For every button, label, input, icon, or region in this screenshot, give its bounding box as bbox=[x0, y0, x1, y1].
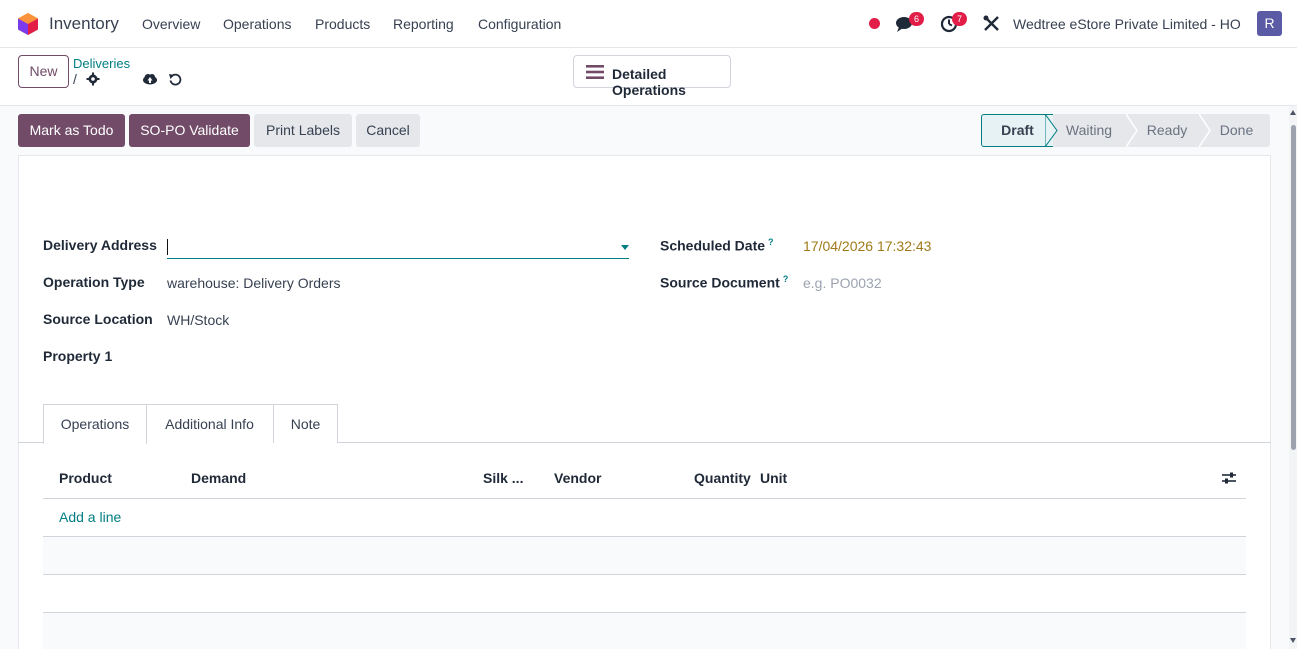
app-name[interactable]: Inventory bbox=[49, 14, 119, 34]
scheduled-date-value[interactable]: 17/04/2026 17:32:43 bbox=[803, 238, 931, 254]
recording-indicator-icon[interactable] bbox=[869, 18, 880, 29]
table-row bbox=[43, 613, 1246, 649]
tab-additional-info[interactable]: Additional Info bbox=[146, 404, 274, 443]
column-product[interactable]: Product bbox=[59, 470, 112, 486]
table-header-divider bbox=[43, 498, 1246, 499]
cancel-button[interactable]: Cancel bbox=[356, 114, 420, 147]
menu-overview[interactable]: Overview bbox=[142, 16, 200, 32]
stage-draft[interactable]: Draft bbox=[981, 114, 1053, 147]
tab-operations[interactable]: Operations bbox=[43, 404, 147, 444]
hamburger-list-icon bbox=[586, 65, 604, 79]
help-tooltip-icon[interactable]: ? bbox=[783, 274, 789, 284]
optional-columns-icon[interactable] bbox=[1221, 471, 1237, 485]
user-avatar[interactable]: R bbox=[1257, 11, 1282, 36]
column-quantity[interactable]: Quantity bbox=[694, 470, 751, 486]
property-label: Property 1 bbox=[43, 348, 113, 364]
scrollbar-thumb[interactable] bbox=[1291, 125, 1296, 450]
activities-badge: 7 bbox=[952, 12, 967, 26]
new-button[interactable]: New bbox=[18, 55, 69, 88]
debug-tools-icon[interactable] bbox=[982, 14, 1004, 34]
scroll-up-arrow-icon[interactable] bbox=[1290, 110, 1296, 115]
gear-icon[interactable] bbox=[86, 72, 100, 86]
source-location-label: Source Location bbox=[43, 311, 153, 327]
help-tooltip-icon[interactable]: ? bbox=[768, 237, 774, 247]
so-po-validate-button[interactable]: SO-PO Validate bbox=[129, 114, 250, 147]
cloud-save-icon[interactable] bbox=[142, 72, 158, 86]
print-labels-button[interactable]: Print Labels bbox=[254, 114, 352, 147]
inventory-app-icon[interactable] bbox=[18, 13, 38, 35]
scroll-down-arrow-icon[interactable] bbox=[1290, 638, 1296, 643]
menu-reporting[interactable]: Reporting bbox=[393, 16, 454, 32]
mark-as-todo-button[interactable]: Mark as Todo bbox=[18, 114, 125, 147]
stage-done[interactable]: Done bbox=[1203, 114, 1270, 147]
table-row bbox=[43, 537, 1246, 574]
operation-type-label: Operation Type bbox=[43, 274, 145, 290]
text-caret bbox=[167, 239, 168, 255]
breadcrumb-separator: / bbox=[73, 71, 77, 87]
discard-changes-icon[interactable] bbox=[168, 72, 182, 86]
source-location-value[interactable]: WH/Stock bbox=[167, 312, 229, 328]
operation-type-value[interactable]: warehouse: Delivery Orders bbox=[167, 275, 341, 291]
column-unit[interactable]: Unit bbox=[760, 470, 787, 486]
top-navbar: Inventory Overview Operations Products R… bbox=[0, 0, 1297, 48]
breadcrumb-deliveries[interactable]: Deliveries bbox=[73, 56, 130, 71]
tab-note[interactable]: Note bbox=[273, 404, 338, 443]
company-switcher[interactable]: Wedtree eStore Private Limited - HO bbox=[1013, 16, 1241, 32]
menu-configuration[interactable]: Configuration bbox=[478, 16, 561, 32]
messages-badge: 6 bbox=[909, 12, 924, 26]
add-a-line-link[interactable]: Add a line bbox=[59, 509, 121, 525]
delivery-address-input[interactable] bbox=[167, 237, 629, 259]
menu-products[interactable]: Products bbox=[315, 16, 370, 32]
detailed-operations-label: Detailed Operations bbox=[612, 66, 686, 98]
source-document-label: Source Document? bbox=[660, 274, 788, 291]
column-demand[interactable]: Demand bbox=[191, 470, 246, 486]
scheduled-date-label: Scheduled Date? bbox=[660, 237, 774, 254]
stage-ready[interactable]: Ready bbox=[1131, 114, 1203, 147]
source-document-input[interactable]: e.g. PO0032 bbox=[803, 275, 882, 291]
source-document-label-text: Source Document bbox=[660, 274, 780, 291]
delivery-address-label: Delivery Address bbox=[43, 237, 157, 253]
status-bar: Draft Waiting Ready Done bbox=[981, 114, 1270, 147]
column-silk[interactable]: Silk ... bbox=[483, 470, 523, 486]
column-vendor[interactable]: Vendor bbox=[554, 470, 601, 486]
table-row-divider bbox=[43, 574, 1246, 575]
menu-operations[interactable]: Operations bbox=[223, 16, 291, 32]
scheduled-date-label-text: Scheduled Date bbox=[660, 237, 766, 254]
stage-waiting[interactable]: Waiting bbox=[1053, 114, 1125, 147]
detailed-operations-button[interactable]: Detailed Operations bbox=[573, 55, 731, 98]
dropdown-arrow-icon[interactable] bbox=[621, 245, 629, 250]
